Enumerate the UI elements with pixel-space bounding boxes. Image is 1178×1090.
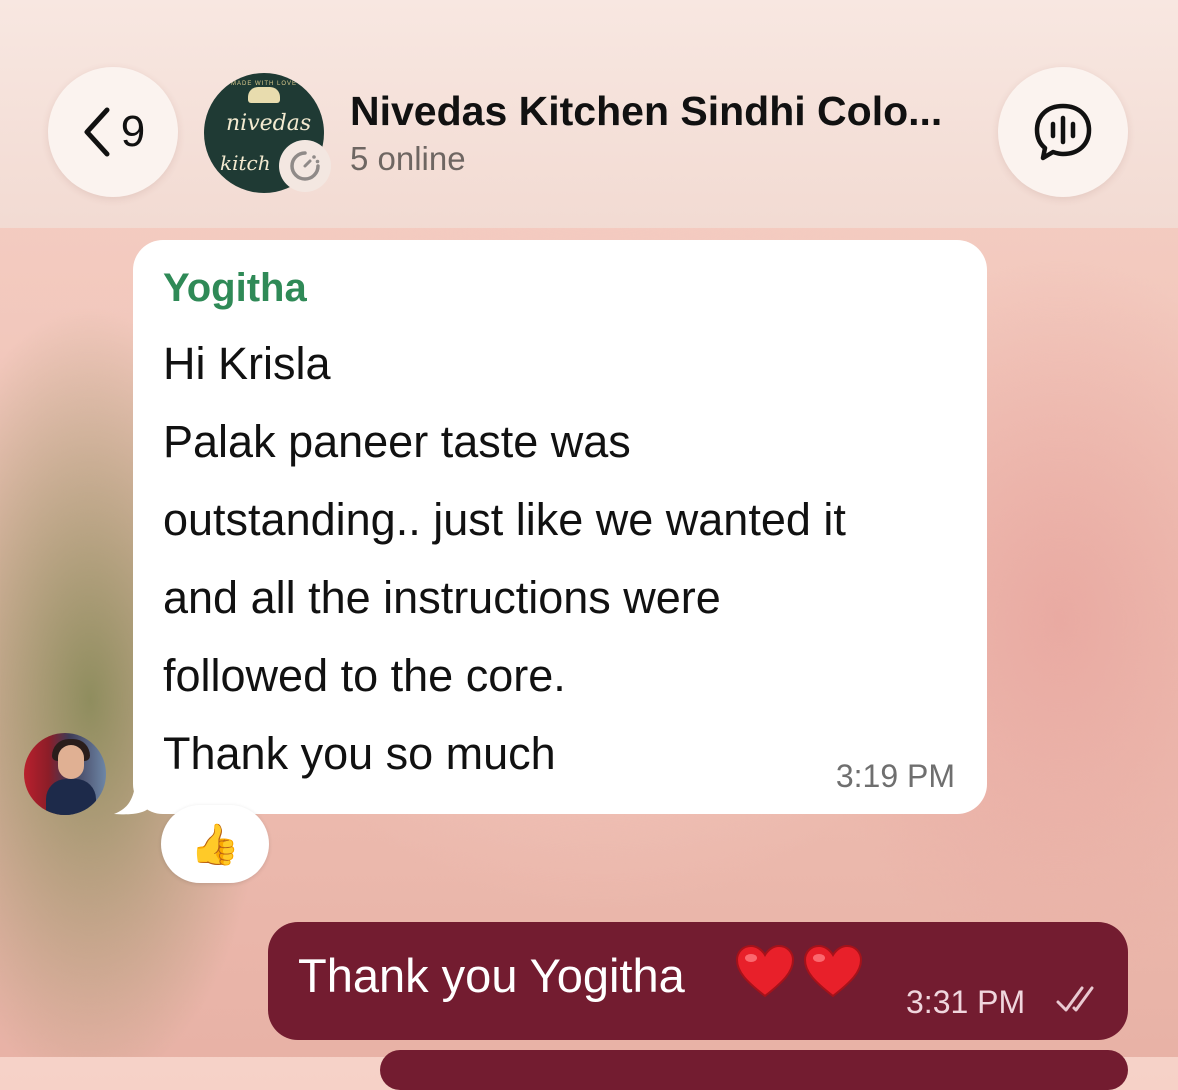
heart-emojis xyxy=(735,944,863,1000)
chef-hat-icon xyxy=(248,87,280,103)
double-check-icon xyxy=(1056,986,1094,1012)
outgoing-text: Thank you Yogitha xyxy=(298,949,685,1002)
voice-chat-button[interactable] xyxy=(998,67,1128,197)
unread-count: 9 xyxy=(120,107,146,156)
message-time: 3:19 PM xyxy=(835,758,955,794)
message-line: Palak paneer taste was xyxy=(163,416,631,467)
sender-avatar[interactable] xyxy=(24,733,106,815)
incoming-message[interactable]: Yogitha Hi Krisla Palak paneer taste was… xyxy=(133,240,987,814)
back-button[interactable]: 9 xyxy=(48,67,178,197)
online-status: 5 online xyxy=(350,140,466,177)
outgoing-message[interactable]: Thank you Yogitha 3:31 PM xyxy=(268,922,1128,1040)
sender-name[interactable]: Yogitha xyxy=(163,266,307,311)
avatar-logo-line1: nivedas xyxy=(226,111,312,136)
message-line: Hi Krisla xyxy=(163,338,331,389)
message-time: 3:31 PM xyxy=(906,984,1026,1020)
outgoing-message-partial[interactable] xyxy=(380,1050,1128,1090)
heart-icon xyxy=(735,944,795,998)
message-line: followed to the core. xyxy=(163,650,566,701)
chat-header: 9 MADE WITH LOVE nivedas kitch Nivedas K… xyxy=(0,0,1178,228)
message-line: Thank you so much xyxy=(163,728,556,779)
avatar-logo-line2: kitch xyxy=(220,151,271,175)
group-title[interactable]: Nivedas Kitchen Sindhi Colo... xyxy=(350,88,942,135)
loading-badge xyxy=(279,140,331,192)
reaction-thumbs-up[interactable]: 👍 xyxy=(161,805,269,883)
chevron-left-icon xyxy=(84,107,110,157)
message-line: and all the instructions were xyxy=(163,572,721,623)
voice-chat-icon xyxy=(1034,103,1092,161)
heart-icon xyxy=(803,944,863,998)
loading-icon xyxy=(290,151,320,181)
message-line: outstanding.. just like we wanted it xyxy=(163,494,846,545)
